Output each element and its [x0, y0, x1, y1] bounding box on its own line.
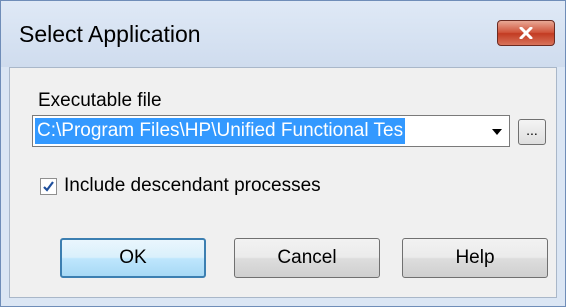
close-button[interactable] — [497, 20, 555, 46]
title-bar[interactable]: Select Application — [1, 1, 565, 67]
chevron-down-icon[interactable] — [491, 128, 503, 136]
include-descendants-checkbox[interactable] — [40, 178, 57, 195]
ok-button[interactable]: OK — [60, 238, 206, 278]
dialog-title: Select Application — [19, 21, 201, 47]
executable-file-combobox[interactable]: C:\Program Files\HP\Unified Functional T… — [32, 115, 510, 147]
executable-file-label: Executable file — [38, 90, 162, 111]
close-icon — [519, 27, 533, 39]
include-descendants-label[interactable]: Include descendant processes — [64, 175, 321, 197]
browse-button[interactable]: ... — [518, 119, 546, 145]
help-button[interactable]: Help — [402, 238, 548, 278]
checkmark-icon — [43, 181, 54, 192]
executable-file-value[interactable]: C:\Program Files\HP\Unified Functional T… — [35, 118, 406, 144]
select-application-dialog: Select Application Executable file C:\Pr… — [0, 0, 566, 307]
dialog-body: Executable file C:\Program Files\HP\Unif… — [9, 67, 557, 298]
cancel-button[interactable]: Cancel — [234, 238, 380, 278]
